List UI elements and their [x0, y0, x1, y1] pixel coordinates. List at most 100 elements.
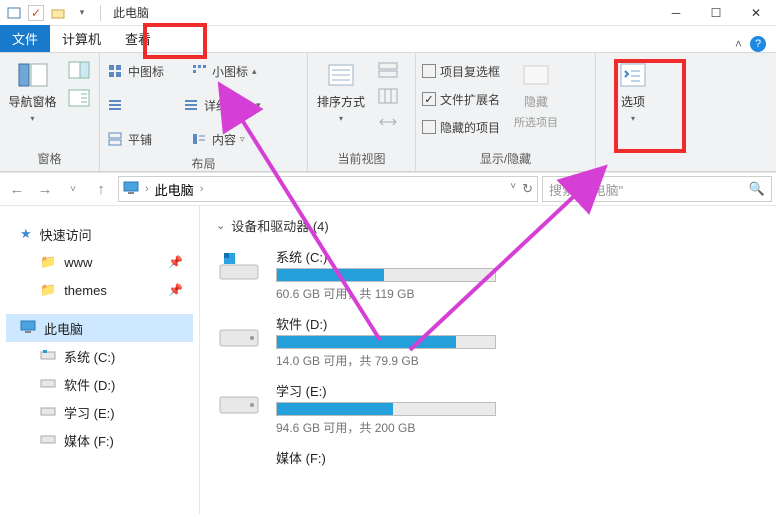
minimize-button[interactable]: ─	[656, 0, 696, 26]
recent-locations-button[interactable]: ˅	[60, 176, 86, 202]
maximize-button[interactable]: ☐	[696, 0, 736, 26]
section-devices-label: 设备和驱动器 (4)	[231, 216, 329, 235]
highlight-options	[614, 59, 686, 153]
sort-by-button[interactable]: 排序方式 ▾	[314, 57, 368, 123]
hide-label: 隐藏	[524, 93, 548, 110]
tab-computer[interactable]: 计算机	[50, 25, 113, 52]
nav-drive-e[interactable]: 学习 (E:)	[6, 398, 193, 426]
group-panes: 导航窗格 ▾ 窗格	[0, 53, 100, 171]
item-checkboxes-label: 项目复选框	[440, 63, 500, 80]
addr-dropdown-icon[interactable]: ˅	[510, 181, 516, 197]
nav-drive-f[interactable]: 媒体 (F:)	[6, 426, 193, 454]
dropdown-icon: ▾	[339, 114, 343, 123]
layout-content[interactable]: 内容	[212, 131, 236, 148]
group-current-view-label: 当前视图	[314, 148, 409, 171]
collapse-ribbon-icon[interactable]: ˄	[735, 37, 742, 51]
drive-e[interactable]: 学习 (E:) 94.6 GB 可用，共 200 GB	[210, 377, 766, 444]
breadcrumb-chevron-icon[interactable]: ›	[145, 183, 149, 195]
preview-pane-button[interactable]	[65, 59, 93, 81]
navigation-pane-button[interactable]: 导航窗格 ▾	[6, 57, 59, 123]
breadcrumb-chevron-icon[interactable]: ›	[200, 183, 204, 195]
hide-selected-button[interactable]: 隐藏 所选项目	[506, 57, 566, 130]
address-bar: ← → ˅ ↑ › 此电脑 › ˅ ↻ 搜索"此电脑" 🔍	[0, 172, 776, 206]
drive-name: 媒体 (F:)	[276, 448, 766, 469]
file-extensions-row[interactable]: ✓ 文件扩展名	[422, 85, 500, 113]
scroll-up-icon[interactable]: ▴	[252, 66, 257, 77]
window-title: 此电脑	[113, 4, 149, 21]
list-icon	[106, 96, 124, 114]
nav-drive-c[interactable]: 系统 (C:)	[6, 342, 193, 370]
sort-icon	[324, 61, 358, 89]
small-icons-icon	[190, 62, 208, 80]
drive-icon	[40, 433, 56, 448]
nav-quick-access-label: 快速访问	[40, 225, 92, 244]
drive-icon	[216, 314, 262, 352]
nav-quick-access[interactable]: ★ 快速访问	[6, 220, 193, 248]
hidden-items-row[interactable]: 隐藏的项目	[422, 113, 500, 141]
qat-dropdown-icon[interactable]: ▾	[72, 3, 92, 23]
nav-drive-d-label: 软件 (D:)	[64, 375, 115, 394]
search-placeholder: 搜索"此电脑"	[549, 180, 743, 199]
breadcrumb-this-pc[interactable]: 此电脑	[155, 180, 194, 199]
layout-row-1: 中图标 小图标 ▴	[106, 57, 257, 85]
nav-www[interactable]: 📁 www 📌	[6, 248, 193, 276]
drive-f[interactable]: 媒体 (F:)	[210, 444, 766, 486]
group-current-view: 排序方式 ▾ 当前视图	[308, 53, 416, 171]
drive-name: 系统 (C:)	[276, 247, 766, 268]
ribbon-tabs: 文件 计算机 查看 ˄ ?	[0, 26, 776, 52]
item-checkboxes-row[interactable]: 项目复选框	[422, 57, 500, 85]
drive-usage-bar	[276, 268, 496, 282]
refresh-icon[interactable]: ↻	[522, 181, 533, 197]
size-columns-button[interactable]	[374, 111, 402, 133]
file-extensions-label: 文件扩展名	[440, 91, 500, 108]
drive-name: 软件 (D:)	[276, 314, 766, 335]
drive-d[interactable]: 软件 (D:) 14.0 GB 可用，共 79.9 GB	[210, 310, 766, 377]
app-icon	[4, 3, 24, 23]
layout-details[interactable]: 详细信息	[204, 97, 252, 114]
search-icon[interactable]: 🔍	[749, 181, 765, 197]
checkbox-checked-icon: ✓	[422, 92, 436, 106]
layout-row-2: 详细信息 ▾	[106, 91, 261, 119]
add-columns-button[interactable]	[374, 85, 402, 107]
pin-icon: 📌	[168, 283, 193, 297]
nav-themes[interactable]: 📁 themes 📌	[6, 276, 193, 304]
group-by-button[interactable]	[374, 59, 402, 81]
nav-this-pc[interactable]: 此电脑	[6, 314, 193, 342]
divider	[100, 5, 101, 21]
help-icon[interactable]: ?	[750, 36, 766, 52]
nav-drive-d[interactable]: 软件 (D:)	[6, 370, 193, 398]
forward-button[interactable]: →	[32, 176, 58, 202]
close-button[interactable]: ✕	[736, 0, 776, 26]
medium-icons-icon	[106, 62, 124, 80]
navigation-pane: ★ 快速访问 📁 www 📌 📁 themes 📌 此电脑 系统 (C:) 软件…	[0, 206, 200, 514]
check-icon[interactable]: ✓	[28, 5, 44, 21]
layout-small-icons[interactable]: 小图标	[212, 63, 248, 80]
hidden-items-label: 隐藏的项目	[440, 119, 500, 136]
address-box[interactable]: › 此电脑 › ˅ ↻	[118, 176, 538, 202]
details-pane-button[interactable]	[65, 87, 93, 109]
drive-stat: 14.0 GB 可用，共 79.9 GB	[276, 352, 766, 369]
tab-file[interactable]: 文件	[0, 25, 50, 52]
star-icon: ★	[20, 226, 32, 242]
folder-icon[interactable]	[48, 3, 68, 23]
hide-icon	[519, 61, 553, 89]
up-button[interactable]: ↑	[88, 176, 114, 202]
scroll-down-icon[interactable]: ▾	[256, 100, 261, 111]
search-box[interactable]: 搜索"此电脑" 🔍	[542, 176, 772, 202]
selected-items-label: 所选项目	[514, 114, 558, 130]
layout-tiles[interactable]: 平铺	[128, 131, 152, 148]
drive-c[interactable]: 系统 (C:) 60.6 GB 可用，共 119 GB	[210, 243, 766, 310]
drive-icon	[40, 349, 56, 364]
layout-medium-icons[interactable]: 中图标	[128, 63, 164, 80]
drive-stat: 60.6 GB 可用，共 119 GB	[276, 285, 766, 302]
back-button[interactable]: ←	[4, 176, 30, 202]
checkbox-unchecked-icon	[422, 64, 436, 78]
sort-label: 排序方式	[317, 93, 365, 110]
layout-more-icon[interactable]: ▿	[240, 134, 245, 145]
navigation-pane-icon	[16, 61, 50, 89]
section-devices[interactable]: ⌄ 设备和驱动器 (4)	[210, 212, 766, 243]
folder-icon: 📁	[40, 282, 56, 298]
drive-icon	[40, 405, 56, 420]
group-show-hide: 项目复选框 ✓ 文件扩展名 隐藏的项目 隐藏 所选项目 显示/隐藏	[416, 53, 596, 171]
group-layout: 中图标 小图标 ▴ 详细信息 ▾ 平铺 内容 ▿ 布局	[100, 53, 308, 171]
